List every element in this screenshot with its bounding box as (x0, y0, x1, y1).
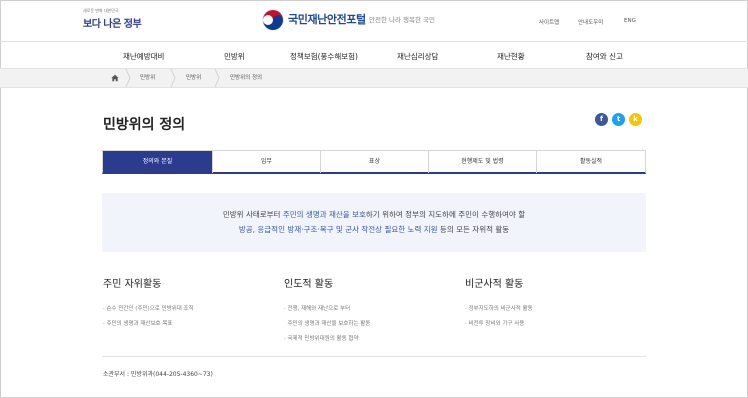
definition-highlight: 주민의 생명과 재산을 보호 (282, 210, 366, 219)
column-title: 인도적 활동 (284, 279, 334, 290)
section-divider (102, 356, 646, 357)
util-link-eng[interactable]: ENG (624, 18, 636, 24)
tab-laws[interactable]: 현행제도 및 법령 (429, 151, 537, 173)
definition-line-2: 방공, 응급적인 방재·구조·복구 및 군사 작전상 필요한 노력 지원 등의 … (102, 224, 646, 235)
portal-slogan: 안전한 나라 행복한 국민 (369, 16, 435, 24)
list-item: · 전쟁, 재해와 재난으로 부터 (284, 306, 351, 312)
gov-logo-tagline: 새로운 변화 대한민국 (83, 8, 119, 13)
breadcrumb-current: 민방위의 정의 (230, 75, 263, 81)
definition-text: 등의 모든 자위적 활동 (437, 225, 510, 234)
main-navigation: 재난예방대비 민방위 정책보험(풍수해보험) 재난심리상담 재난현황 참여와 신… (0, 41, 748, 69)
portal-name[interactable]: 국민재난안전포털 (288, 11, 366, 27)
breadcrumb-separator-icon (214, 69, 220, 87)
responsible-department: 소관부서 : 민방위과(044-205-4360~73) (103, 371, 213, 378)
definition-text: 민방위 사태로부터 (222, 210, 283, 219)
content-tabs: 정의와 본질 임무 표상 현행제도 및 법령 활동실적 (102, 150, 646, 174)
gnb-item-prevention[interactable]: 재난예방대비 (123, 51, 164, 62)
definition-highlight: 방공, 응급적인 방재·구조·복구 및 군사 작전상 필요한 노력 지원 (238, 225, 438, 234)
gnb-item-counseling[interactable]: 재난심리상담 (397, 51, 438, 62)
breadcrumb-item-1[interactable]: 민방위 (140, 69, 155, 87)
column-title: 주민 자위활동 (103, 279, 162, 290)
gov-logo-text: 보다 나은 정부 (83, 19, 142, 30)
column-title: 비군사적 활동 (465, 279, 524, 290)
definition-box: 민방위 사태로부터 주민의 생명과 재산을 보호하기 위하여 정부의 지도하에 … (102, 193, 646, 252)
tab-definition[interactable]: 정의와 본질 (103, 151, 213, 173)
util-link-guide[interactable]: 안내도우미 (578, 18, 603, 26)
list-item: · 정부지도하의 비군사적 활동 (465, 306, 533, 312)
breadcrumb-separator-icon (125, 69, 131, 87)
top-header: 새로운 변화 대한민국 보다 나은 정부 국민재난안전포털 안전한 나라 행복한… (0, 0, 748, 42)
list-item: · 주민의 생명과 재산보호 목표 (103, 321, 173, 327)
list-item: 주민의 생명과 재산을 보호하는 활동 (284, 321, 371, 327)
tab-performance[interactable]: 활동실적 (537, 151, 645, 173)
home-icon[interactable] (111, 74, 119, 82)
tab-duties[interactable]: 임무 (213, 151, 321, 173)
gnb-item-participation[interactable]: 참여와 신고 (586, 51, 623, 62)
list-item: · 순수 민간인 (주민)으로 민방위대 조직 (103, 306, 194, 312)
gnb-item-civil-defense[interactable]: 민방위 (224, 51, 245, 62)
gnb-item-insurance[interactable]: 정책보험(풍수해보험) (290, 51, 358, 62)
breadcrumb-item-2[interactable]: 민방위 (186, 69, 201, 87)
definition-line-1: 민방위 사태로부터 주민의 생명과 재산을 보호하기 위하여 정부의 지도하에 … (102, 209, 646, 220)
taegeuk-emblem-icon (262, 9, 284, 31)
facebook-share-icon[interactable]: f (595, 113, 608, 126)
tab-emblem[interactable]: 표상 (321, 151, 429, 173)
util-link-sitemap[interactable]: 사이트맵 (539, 18, 559, 26)
twitter-share-icon[interactable]: t (612, 113, 625, 126)
gnb-item-status[interactable]: 재난현황 (497, 51, 525, 62)
page-title: 민방위의 정의 (103, 117, 186, 133)
breadcrumb: 민방위 민방위 민방위의 정의 (0, 69, 748, 88)
kakao-share-icon[interactable]: k (629, 113, 642, 126)
definition-text: 하기 위하여 정부의 지도하에 주민이 수행하여야 할 (365, 210, 526, 219)
list-item: · 비전투 장비와 기구 사용 (465, 321, 525, 327)
breadcrumb-separator-icon (170, 69, 176, 87)
list-item: · 국제적 민방위대원의 활동 협약 (284, 336, 359, 342)
gov-logo[interactable]: 새로운 변화 대한민국 보다 나은 정부 (83, 8, 153, 30)
